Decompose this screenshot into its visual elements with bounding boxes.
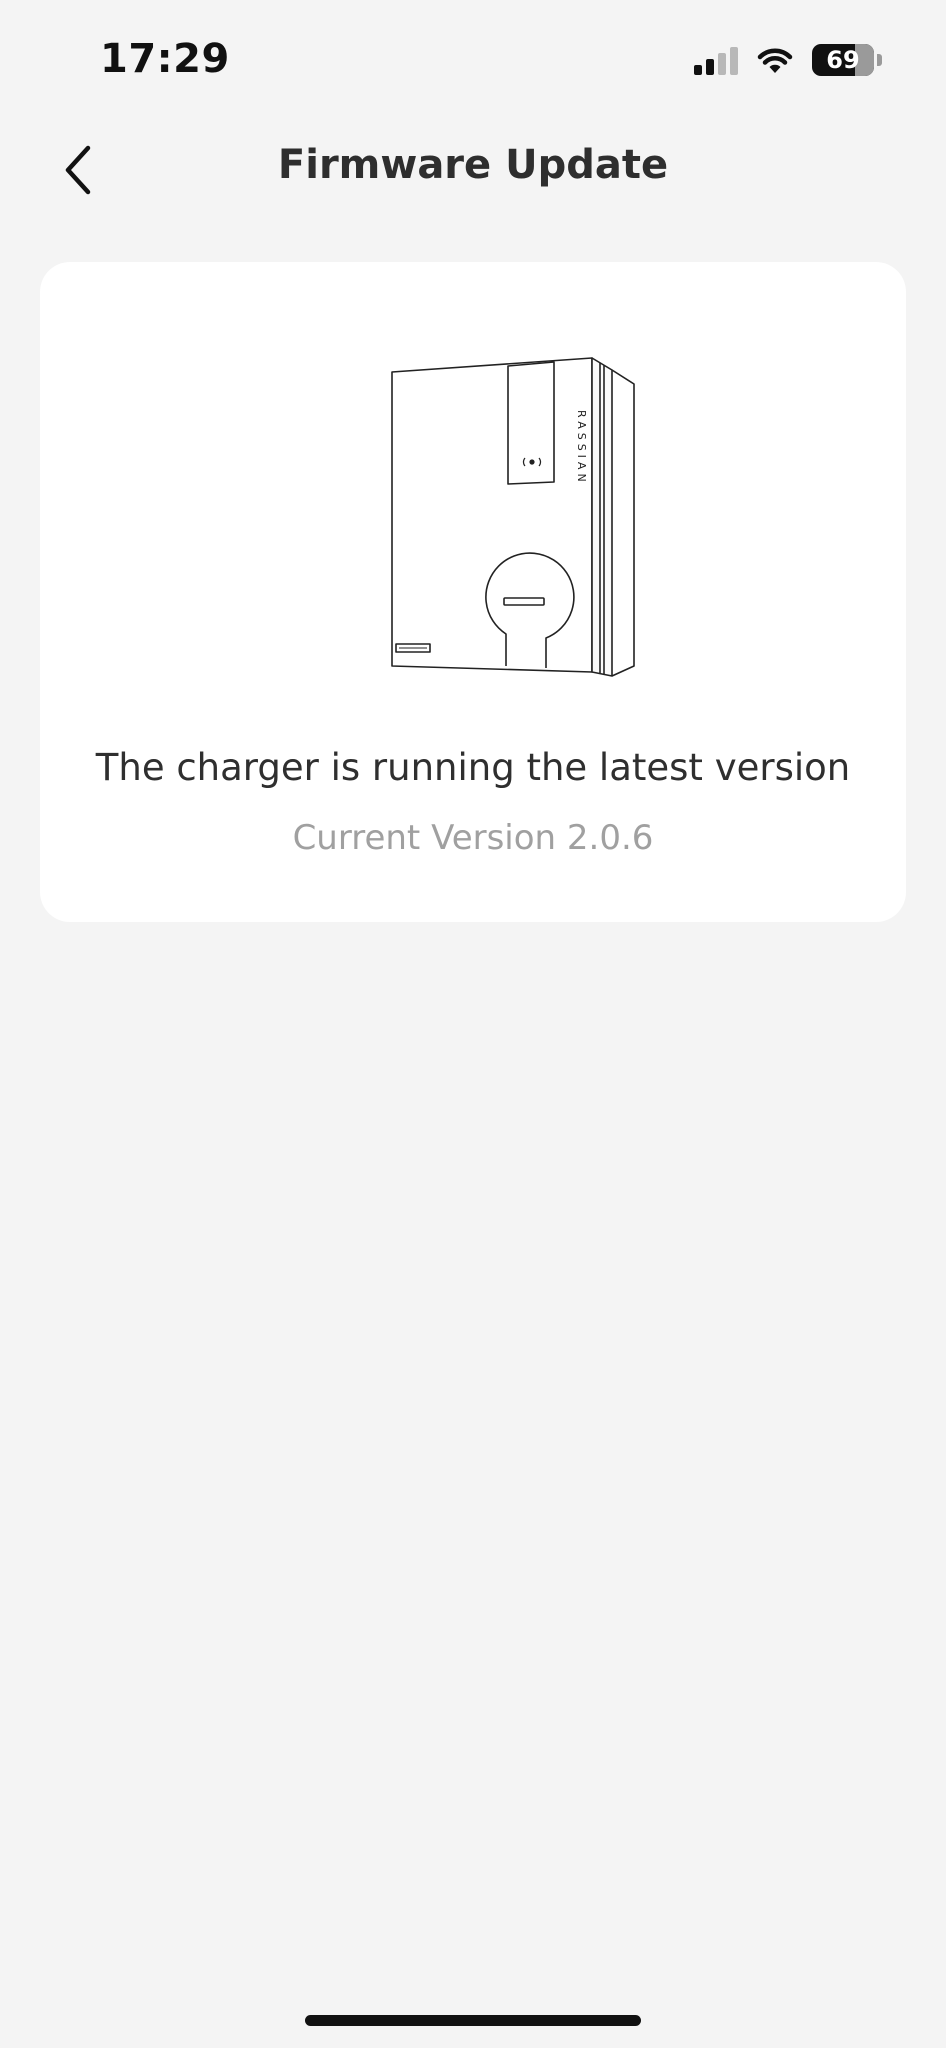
- current-version-label: Current Version 2.0.6: [292, 818, 654, 858]
- charger-illustration: RASSIAN: [391, 357, 635, 677]
- navigation-bar: Firmware Update: [0, 120, 946, 220]
- battery-icon: 69: [812, 44, 874, 76]
- status-time: 17:29: [100, 36, 230, 82]
- update-status-message: The charger is running the latest versio…: [95, 746, 851, 789]
- battery-level: 69: [826, 46, 860, 74]
- page-title: Firmware Update: [277, 142, 669, 188]
- cellular-signal-icon: [694, 45, 738, 75]
- battery-tip: [877, 54, 882, 66]
- status-bar: 17:29 69: [0, 0, 946, 120]
- home-indicator[interactable]: [305, 2015, 641, 2026]
- status-icons: 69: [694, 44, 882, 76]
- charger-brand-text: RASSIAN: [575, 410, 588, 486]
- firmware-status-card: RASSIAN The charger is running the lates…: [40, 262, 906, 922]
- wifi-icon: [757, 48, 793, 73]
